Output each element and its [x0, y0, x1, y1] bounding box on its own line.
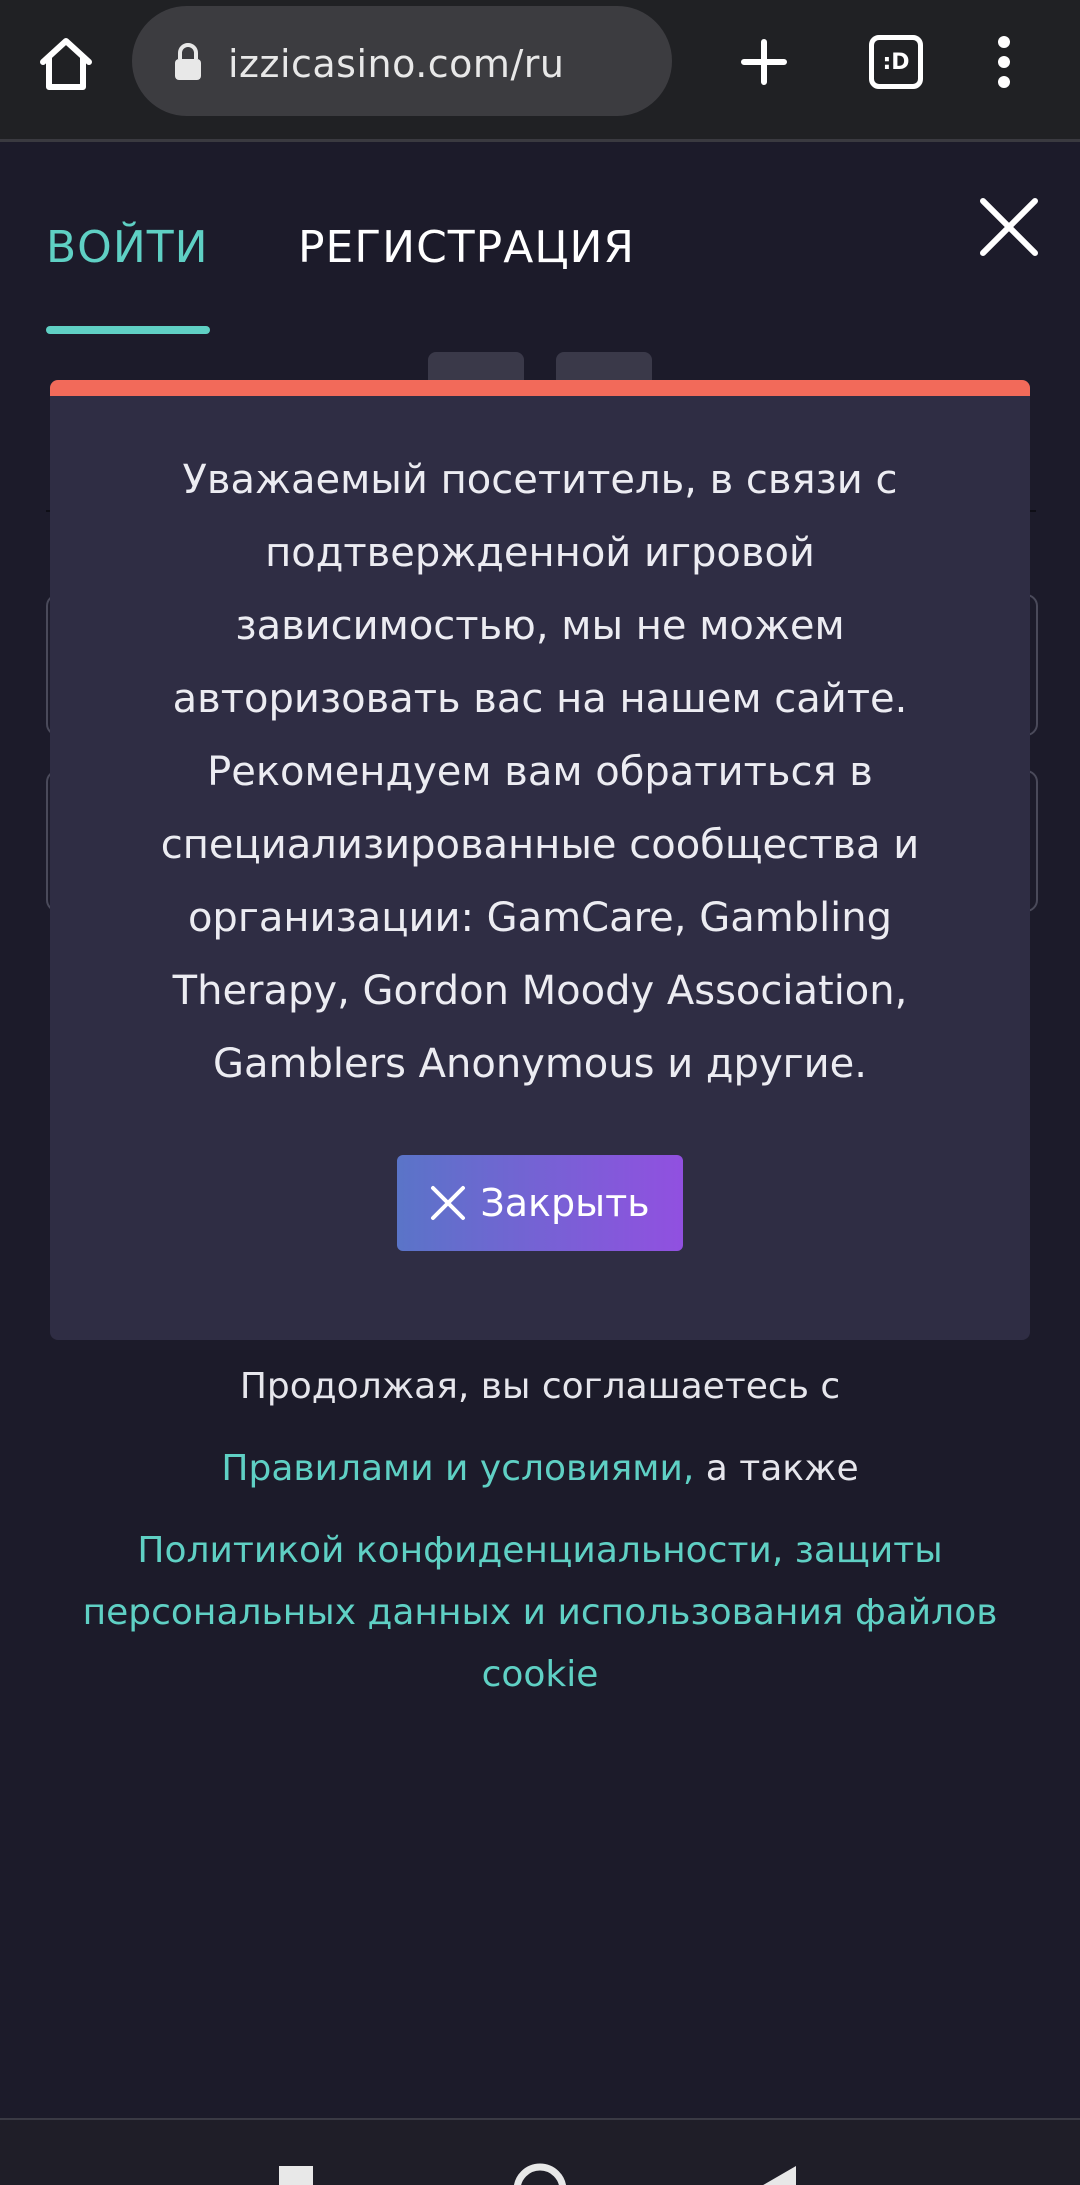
tab-switcher-button[interactable]: :D — [860, 26, 932, 98]
close-icon — [431, 1186, 466, 1220]
lock-icon — [175, 43, 201, 80]
home-nav-icon — [513, 2163, 567, 2185]
privacy-link-line: cookie — [481, 1654, 599, 1695]
recents-icon — [279, 2166, 313, 2185]
message-line: авторизовать вас на нашем сайте. — [172, 676, 908, 722]
message-line: специализированные сообщества и — [160, 822, 920, 868]
dialog-accent-bar — [50, 380, 1030, 396]
new-tab-button[interactable] — [728, 26, 800, 98]
message-line: организации: GamCare, Gambling — [187, 895, 893, 941]
tabs-icon: :D — [869, 35, 923, 89]
close-button-label: Закрыть — [480, 1181, 650, 1225]
tab-register[interactable]: РЕГИСТРАЦИЯ — [298, 222, 635, 273]
message-line: Уважаемый посетитель, в связи с — [182, 457, 898, 503]
gambling-addiction-dialog: Уважаемый посетитель, в связи с подтверж… — [50, 380, 1030, 1340]
terms-also: а также — [694, 1448, 859, 1489]
url-text: izzicasino.com/ru — [228, 42, 565, 86]
terms-rules-line: Правилами и условиями, а также — [40, 1438, 1040, 1500]
message-line: зависимостью, мы не можем — [235, 603, 845, 649]
address-bar[interactable]: izzicasino.com/ru — [132, 6, 672, 116]
message-line: Therapy, Gordon Moody Association, — [172, 968, 908, 1014]
tab-login[interactable]: ВОЙТИ — [46, 222, 209, 273]
rules-link[interactable]: Правилами и условиями, — [221, 1448, 694, 1489]
privacy-link-line: персональных данных и использования файл… — [82, 1592, 998, 1633]
plus-icon — [741, 39, 787, 85]
close-icon[interactable] — [978, 196, 1040, 258]
browser-toolbar: izzicasino.com/ru :D — [0, 0, 1080, 142]
system-nav-icons — [279, 2163, 796, 2185]
close-dialog-button[interactable]: Закрыть — [397, 1155, 683, 1251]
privacy-link-line: Политикой конфиденциальности, защиты — [137, 1530, 943, 1571]
system-nav-bar — [0, 2118, 1080, 2185]
message-line: Gamblers Anonymous и другие. — [213, 1041, 867, 1087]
dialog-message: Уважаемый посетитель, в связи с подтверж… — [90, 444, 990, 1101]
more-vert-icon[interactable] — [984, 26, 1024, 98]
home-icon[interactable] — [30, 28, 102, 100]
privacy-link[interactable]: Политикой конфиденциальности, защиты пер… — [40, 1520, 1040, 1706]
active-tab-indicator — [46, 326, 210, 334]
message-line: подтвержденной игровой — [265, 530, 815, 576]
back-icon — [763, 2166, 796, 2185]
message-line: Рекомендуем вам обратиться в — [207, 749, 873, 795]
terms-intro: Продолжая, вы соглашаетесь с — [239, 1366, 841, 1407]
